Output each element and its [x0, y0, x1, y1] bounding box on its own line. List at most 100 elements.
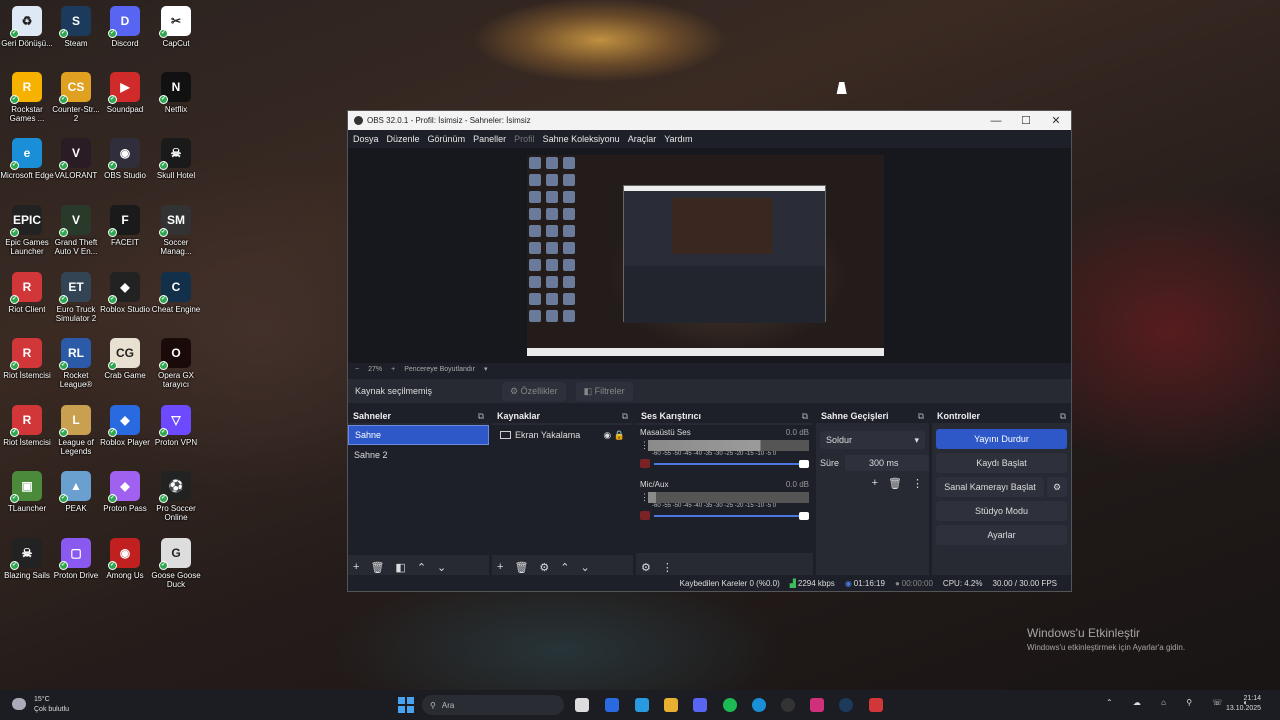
start-recording-button[interactable]: Kaydı Başlat — [936, 453, 1067, 473]
add-icon[interactable]: + — [497, 561, 503, 573]
zoom-in-button[interactable]: + — [391, 366, 395, 373]
desktop-shortcut[interactable]: V ✓ Grand Theft Auto V En... — [49, 205, 103, 256]
weather-icon[interactable] — [12, 698, 26, 710]
studio-mode-button[interactable]: Stüdyo Modu — [936, 501, 1067, 521]
scene-item[interactable]: Sahne — [348, 425, 489, 445]
desktop-shortcut[interactable]: ▢ ✓ Proton Drive — [49, 538, 103, 580]
trash-icon[interactable]: 🗑 — [370, 561, 384, 574]
start-virtual-camera-button[interactable]: Sanal Kamerayı Başlat — [936, 477, 1044, 497]
menu-scene-collection[interactable]: Sahne Koleksiyonu — [543, 134, 620, 144]
volume-slider[interactable] — [654, 459, 809, 468]
desktop-shortcut[interactable]: ◆ ✓ Roblox Player — [98, 405, 152, 447]
desktop-shortcut[interactable]: O ✓ Opera GX tarayıcı — [149, 338, 203, 389]
desktop-shortcut[interactable]: F ✓ FACEIT — [98, 205, 152, 247]
more-icon[interactable]: ⋮ — [640, 492, 649, 503]
source-item[interactable]: Ekran Yakalama ◉ 🔒 — [492, 425, 633, 445]
arrow-down-icon[interactable]: ⌄ — [437, 561, 446, 574]
menu-view[interactable]: Görünüm — [428, 134, 466, 144]
desktop-shortcut[interactable]: ◆ ✓ Roblox Studio — [98, 272, 152, 314]
chevron-down-icon[interactable]: ▾ — [484, 365, 488, 373]
eye-icon[interactable]: ◉ 🔒 — [603, 430, 625, 441]
dock-menu-icon[interactable]: ⧉ — [918, 411, 924, 422]
arrow-up-icon[interactable]: ⌃ — [417, 561, 426, 574]
filter-icon[interactable]: ◧ — [395, 561, 405, 574]
preview-canvas[interactable] — [527, 155, 884, 356]
dock-menu-icon[interactable]: ⧉ — [478, 411, 484, 422]
menu-file[interactable]: Dosya — [353, 134, 379, 144]
menu-tools[interactable]: Araçlar — [628, 134, 657, 144]
desktop-shortcut[interactable]: V ✓ VALORANT — [49, 138, 103, 180]
spotify-icon[interactable] — [723, 698, 737, 712]
filters-button[interactable]: ◧ Filtreler — [575, 381, 633, 401]
maximize-button[interactable]: ☐ — [1011, 114, 1041, 127]
desktop-shortcut[interactable]: ▲ ✓ PEAK — [49, 471, 103, 513]
desktop-shortcut[interactable]: G ✓ Goose Goose Duck — [149, 538, 203, 589]
settings-button[interactable]: Ayarlar — [936, 525, 1067, 545]
instagram-icon[interactable] — [810, 698, 824, 712]
zoom-mode-select[interactable]: Pencereye Boyutlandır — [404, 366, 475, 373]
desktop-shortcut[interactable]: L ✓ League of Legends — [49, 405, 103, 456]
desktop-shortcut[interactable]: R ✓ Riot İstemcisi — [0, 338, 54, 380]
desktop-shortcut[interactable]: ▽ ✓ Proton VPN — [149, 405, 203, 447]
menu-profile[interactable]: Profil — [514, 134, 535, 144]
discord-icon[interactable] — [693, 698, 707, 712]
desktop-shortcut[interactable]: ◆ ✓ Proton Pass — [98, 471, 152, 513]
lock-icon[interactable]: 🔒 — [614, 430, 625, 440]
desktop-shortcut[interactable]: ⚽ ✓ Pro Soccer Online — [149, 471, 203, 522]
weather-widget[interactable]: 15°C Çok bulutlu — [34, 695, 69, 715]
windows-start-icon[interactable] — [398, 697, 414, 713]
clock[interactable]: 21:14 13.10.2025 — [1226, 694, 1261, 714]
add-icon[interactable]: + — [353, 561, 359, 573]
gear-icon[interactable]: ⚙ — [641, 561, 651, 574]
add-icon[interactable]: + — [872, 477, 878, 490]
menu-edit[interactable]: Düzenle — [387, 134, 420, 144]
store-icon[interactable] — [605, 698, 619, 712]
slider-handle[interactable] — [799, 459, 809, 468]
desktop-shortcut[interactable]: ◉ ✓ Among Us — [98, 538, 152, 580]
menu-docks[interactable]: Paneller — [473, 134, 506, 144]
riot-client-icon[interactable] — [869, 698, 883, 712]
widgets-icon[interactable] — [635, 698, 649, 712]
obs-icon[interactable] — [781, 698, 795, 712]
desktop-shortcut[interactable]: R ✓ Rockstar Games ... — [0, 72, 54, 123]
desktop-shortcut[interactable]: R ✓ Riot İstemcisi — [0, 405, 54, 447]
desktop-shortcut[interactable]: S ✓ Steam — [49, 6, 103, 48]
dock-menu-icon[interactable]: ⧉ — [622, 411, 628, 422]
desktop-shortcut[interactable]: e ✓ Microsoft Edge — [0, 138, 54, 180]
mute-icon[interactable] — [640, 459, 650, 468]
stop-stream-button[interactable]: Yayını Durdur — [936, 429, 1067, 449]
desktop-shortcut[interactable]: SM ✓ Soccer Manag... — [149, 205, 203, 256]
slider-handle[interactable] — [799, 511, 809, 520]
steam-icon[interactable] — [839, 698, 853, 712]
minimize-button[interactable]: — — [981, 115, 1011, 127]
file-explorer-icon[interactable] — [664, 698, 678, 712]
scene-item[interactable]: Sahne 2 — [348, 445, 489, 465]
preview-area[interactable] — [348, 148, 1071, 363]
desktop-shortcut[interactable]: D ✓ Discord — [98, 6, 152, 48]
dock-menu-icon[interactable]: ⧉ — [1060, 411, 1066, 422]
duration-input[interactable]: 300 ms — [845, 455, 929, 471]
arrow-down-icon[interactable]: ⌄ — [581, 561, 590, 574]
more-icon[interactable]: ⋮ — [640, 440, 649, 451]
desktop-shortcut[interactable]: ◉ ✓ OBS Studio — [98, 138, 152, 180]
desktop-shortcut[interactable]: CS ✓ Counter-Str... 2 — [49, 72, 103, 123]
desktop-shortcut[interactable]: CG ✓ Crab Game — [98, 338, 152, 380]
desktop-shortcut[interactable]: ✂ ✓ CapCut — [149, 6, 203, 48]
desktop-shortcut[interactable]: ▶ ✓ Soundpad — [98, 72, 152, 114]
transition-select[interactable]: Soldur ▾ — [820, 431, 925, 449]
properties-button[interactable]: ⚙ Özellikler — [502, 381, 566, 401]
desktop-shortcut[interactable]: N ✓ Netflix — [149, 72, 203, 114]
volume-slider[interactable] — [654, 511, 809, 520]
desktop-shortcut[interactable]: ☠ ✓ Skull Hotel — [149, 138, 203, 180]
arrow-up-icon[interactable]: ⌃ — [560, 561, 569, 574]
desktop-shortcut[interactable]: ▣ ✓ TLauncher — [0, 471, 54, 513]
desktop-shortcut[interactable]: ☠ ✓ Blazing Sails — [0, 538, 54, 580]
gear-icon[interactable]: ⚙ — [539, 561, 549, 574]
more-icon[interactable]: ⋮ — [662, 561, 673, 574]
search-box[interactable]: ⚲ Ara — [422, 695, 564, 715]
close-button[interactable]: ✕ — [1041, 114, 1071, 127]
more-icon[interactable]: ⋮ — [912, 477, 923, 490]
title-bar[interactable]: OBS 32.0.1 - Profil: İsimsiz - Sahneler:… — [348, 111, 1071, 130]
desktop-shortcut[interactable]: EPIC ✓ Epic Games Launcher — [0, 205, 54, 256]
dock-menu-icon[interactable]: ⧉ — [802, 411, 808, 422]
